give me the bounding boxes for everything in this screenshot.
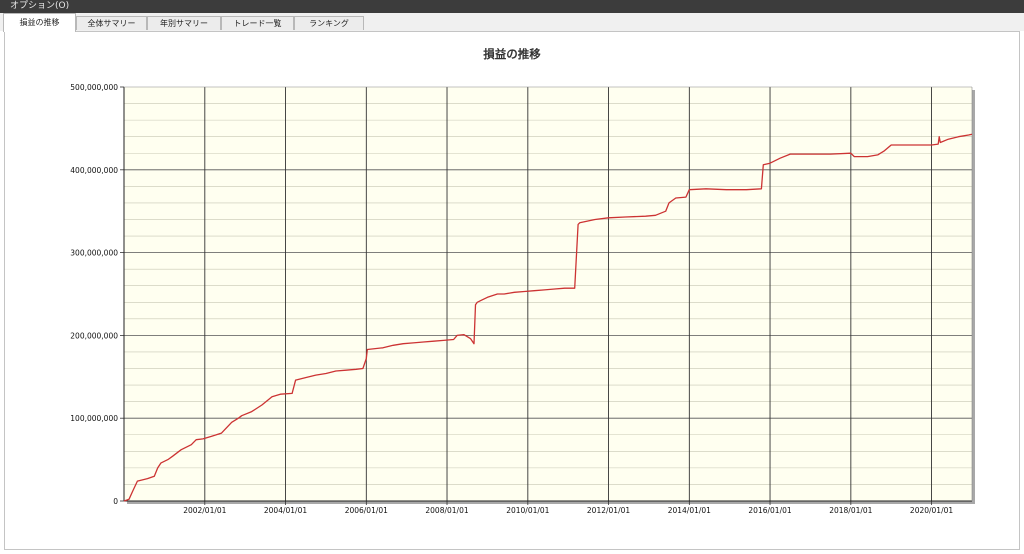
y-tick-label: 200,000,000	[70, 331, 118, 340]
y-tick-label: 400,000,000	[70, 166, 118, 175]
plot-area	[124, 87, 972, 501]
x-tick-label: 2004/01/01	[264, 506, 307, 515]
x-tick-label: 2020/01/01	[910, 506, 953, 515]
x-tick-label: 2012/01/01	[587, 506, 630, 515]
x-tick-label: 2002/01/01	[183, 506, 226, 515]
y-tick-label: 500,000,000	[70, 83, 118, 92]
x-tick-label: 2016/01/01	[748, 506, 791, 515]
y-tick-label: 100,000,000	[70, 414, 118, 423]
y-tick-label: 0	[113, 497, 118, 506]
plot-grid	[124, 87, 972, 501]
x-tick-label: 2006/01/01	[345, 506, 388, 515]
x-tick-label: 2014/01/01	[668, 506, 711, 515]
x-tick-label: 2008/01/01	[425, 506, 468, 515]
chart-title: 損益の推移	[483, 47, 541, 61]
x-tick-label: 2010/01/01	[506, 506, 549, 515]
x-tick-label: 2018/01/01	[829, 506, 872, 515]
tab-profit-transition[interactable]: 損益の推移	[3, 13, 76, 32]
profit-chart: 損益の推移 0 100,000,000 200,000,000 300,000,000…	[70, 47, 975, 515]
y-tick-label: 300,000,000	[70, 249, 118, 258]
